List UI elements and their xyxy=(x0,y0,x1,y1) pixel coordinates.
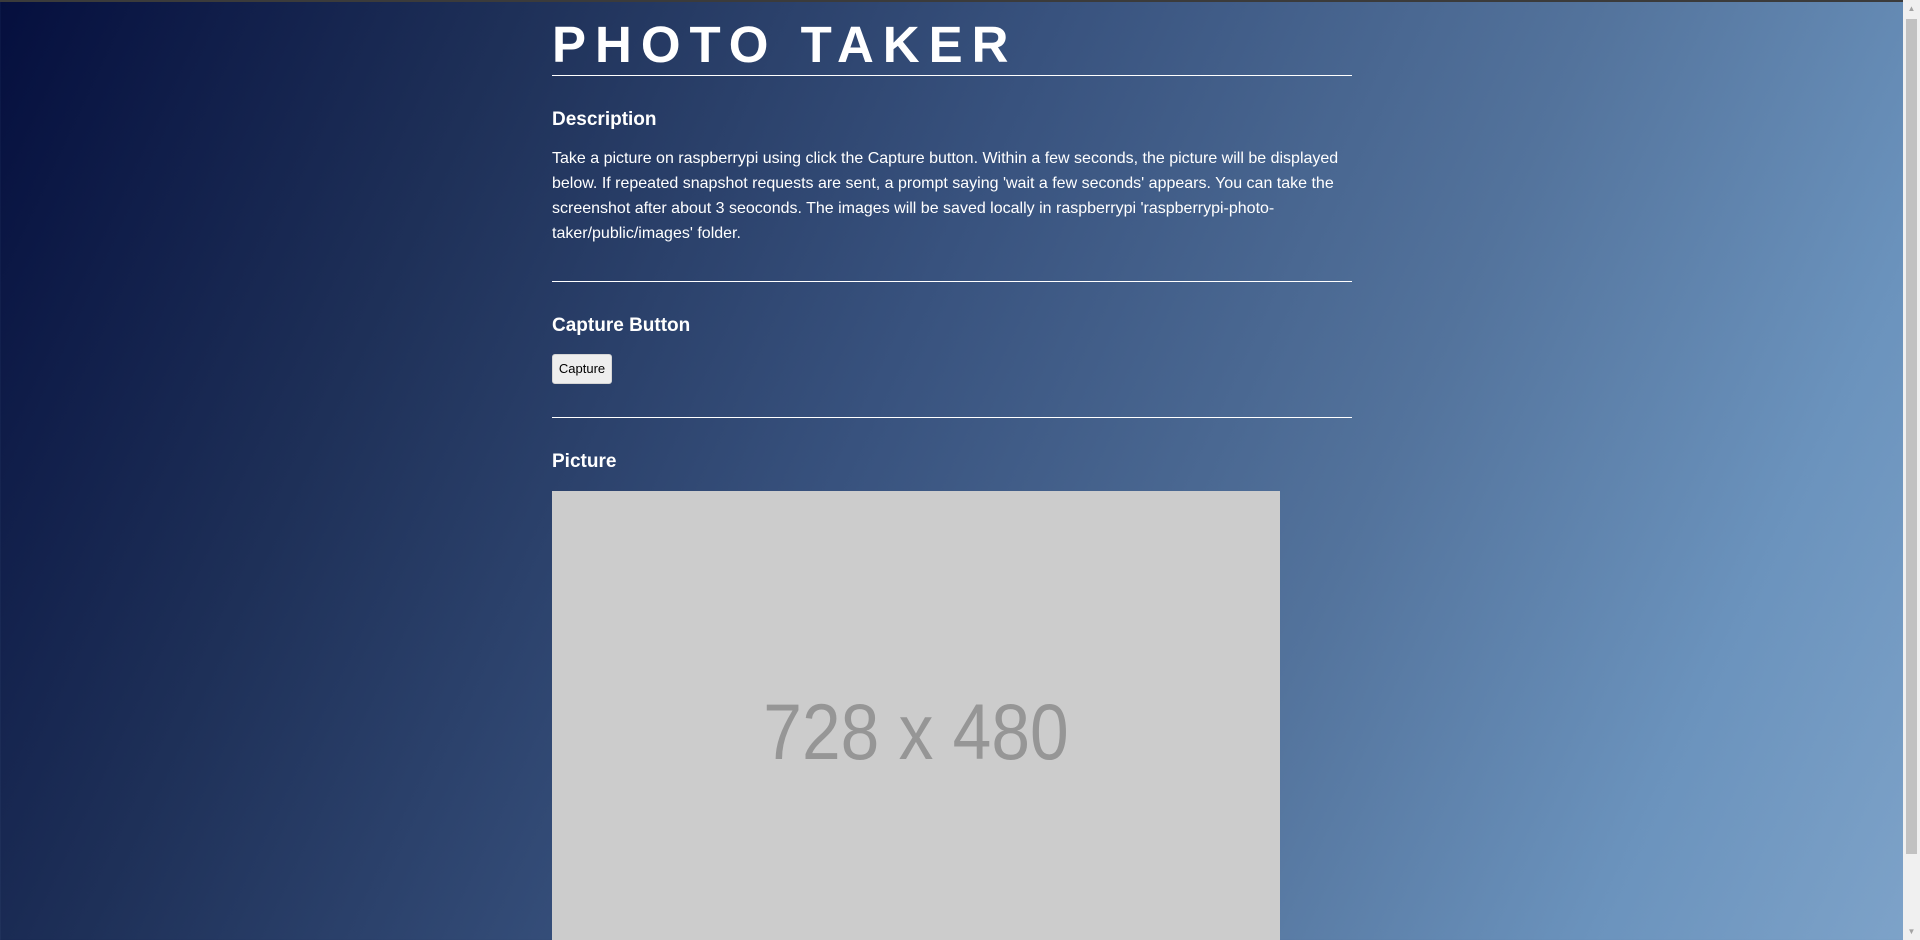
capture-heading: Capture Button xyxy=(552,315,691,336)
picture-heading: Picture xyxy=(552,451,617,472)
chevron-up-icon[interactable]: ▲ xyxy=(1903,0,1920,17)
vertical-scrollbar[interactable]: ▲ ▼ xyxy=(1903,0,1920,940)
capture-button-row: Capture xyxy=(552,354,1352,384)
picture-placeholder-image: 728 x 480 xyxy=(552,491,1280,940)
description-divider xyxy=(552,281,1352,282)
capture-divider xyxy=(552,417,1352,418)
description-heading: Description xyxy=(552,109,657,130)
description-text: Take a picture on raspberrypi using clic… xyxy=(552,150,1339,242)
description-section: Description Take a picture on raspberryp… xyxy=(552,108,1352,246)
picture-section: Picture 728 x 480 xyxy=(552,450,1352,940)
chevron-down-icon[interactable]: ▼ xyxy=(1903,923,1920,940)
scrollbar-thumb[interactable] xyxy=(1906,19,1917,854)
capture-section: Capture Button Capture xyxy=(552,314,1352,384)
picture-placeholder-label: 728 x 480 xyxy=(763,687,1069,776)
main-container: PHOTO TAKER Description Take a picture o… xyxy=(552,0,1352,940)
page-title: PHOTO TAKER xyxy=(552,16,1018,73)
capture-button[interactable]: Capture xyxy=(552,354,612,384)
